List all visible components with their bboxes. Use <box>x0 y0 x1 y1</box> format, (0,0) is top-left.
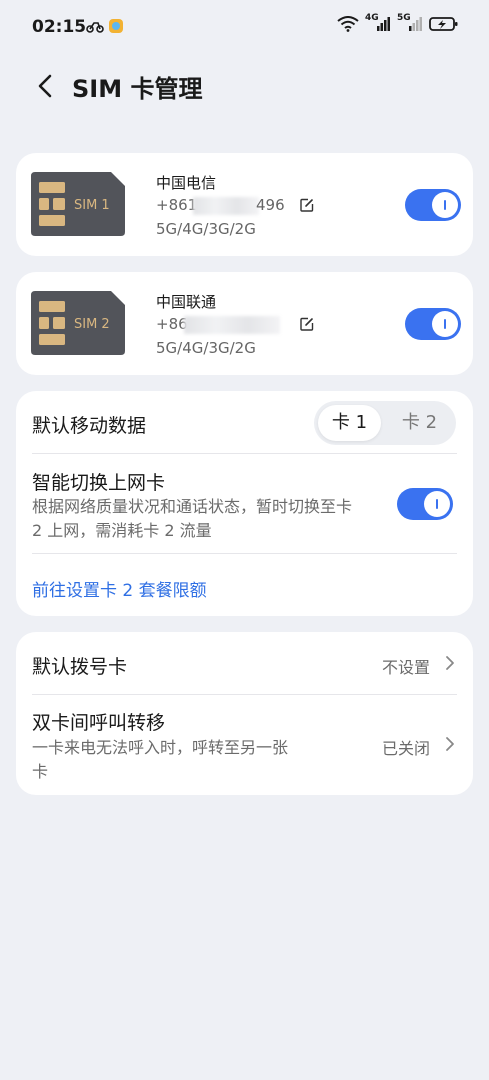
sim-number-prefix: +861 <box>156 196 198 214</box>
sim-card-2: SIM 2 中国联通 +86 5G/4G/3G/2G <box>16 272 473 375</box>
number-redaction <box>184 316 280 334</box>
package-limit-link[interactable]: 前往设置卡 2 套餐限额 <box>32 576 207 601</box>
chevron-right-icon <box>446 737 454 751</box>
call-forward-desc: 一卡来电无法呼入时，呼转至另一张卡 <box>32 738 289 781</box>
data-card-selector[interactable]: 卡 1 卡 2 <box>314 401 456 445</box>
edit-icon[interactable] <box>300 317 314 331</box>
sim-carrier: 中国联通 <box>156 293 217 311</box>
default-dial-label: 默认拨号卡 <box>32 656 128 678</box>
default-data-label: 默认移动数据 <box>32 415 147 437</box>
sim-network: 5G/4G/3G/2G <box>156 220 256 238</box>
smart-switch-toggle[interactable] <box>397 488 453 520</box>
default-dial-value: 不设置 <box>382 658 431 677</box>
sim-chip-label: SIM 1 <box>74 198 110 213</box>
smart-switch-desc: 根据网络质量状况和通话状态，暂时切换至卡 2 上网，需消耗卡 2 流量 <box>32 497 353 540</box>
sim-card-1: SIM 1 中国电信 +861 496 5G/4G/3G/2G <box>16 153 473 256</box>
status-bar: 02:15 4G 5G <box>0 0 489 56</box>
sim-chip-label: SIM 2 <box>74 317 110 332</box>
sim-carrier: 中国电信 <box>156 174 217 192</box>
page-header: SIM 卡管理 <box>0 60 489 112</box>
battery-charging-icon <box>429 17 458 31</box>
scooter-icon <box>86 22 104 33</box>
smart-switch-title: 智能切换上网卡 <box>32 472 166 494</box>
edit-icon[interactable] <box>300 198 314 212</box>
wifi-icon <box>337 16 359 32</box>
call-forward-value: 已关闭 <box>382 739 431 758</box>
page-title: SIM 卡管理 <box>72 75 203 103</box>
signal-1-icon: 4G <box>365 13 391 32</box>
call-forward-title: 双卡间呼叫转移 <box>32 712 166 734</box>
default-dial-row[interactable]: 默认拨号卡 不设置 <box>16 632 473 694</box>
back-arrow-icon[interactable] <box>32 72 60 100</box>
status-right-icons: 4G 5G <box>337 13 459 32</box>
divider <box>32 453 457 454</box>
divider <box>32 553 457 554</box>
sim-2-toggle[interactable] <box>405 308 461 340</box>
option-sim-1[interactable]: 卡 1 <box>318 405 381 441</box>
call-forward-row[interactable]: 双卡间呼叫转移 一卡来电无法呼入时，呼转至另一张卡 已关闭 <box>16 695 473 795</box>
status-left-icons <box>86 18 124 34</box>
data-settings-card: 默认移动数据 卡 1 卡 2 智能切换上网卡 根据网络质量状况和通话状态，暂时切… <box>16 391 473 616</box>
sim-1-toggle[interactable] <box>405 189 461 221</box>
sim-network: 5G/4G/3G/2G <box>156 339 256 357</box>
app-notification-icon <box>109 19 123 33</box>
signal-2-icon: 5G <box>397 13 423 32</box>
sim-number-prefix: +86 <box>156 315 188 333</box>
sim-number-suffix: 496 <box>256 196 285 214</box>
chevron-right-icon <box>446 656 454 670</box>
call-settings-card: 默认拨号卡 不设置 双卡间呼叫转移 一卡来电无法呼入时，呼转至另一张卡 已关闭 <box>16 632 473 795</box>
number-redaction <box>193 197 259 215</box>
option-sim-2[interactable]: 卡 2 <box>388 405 451 441</box>
status-time: 02:15 <box>32 17 87 37</box>
